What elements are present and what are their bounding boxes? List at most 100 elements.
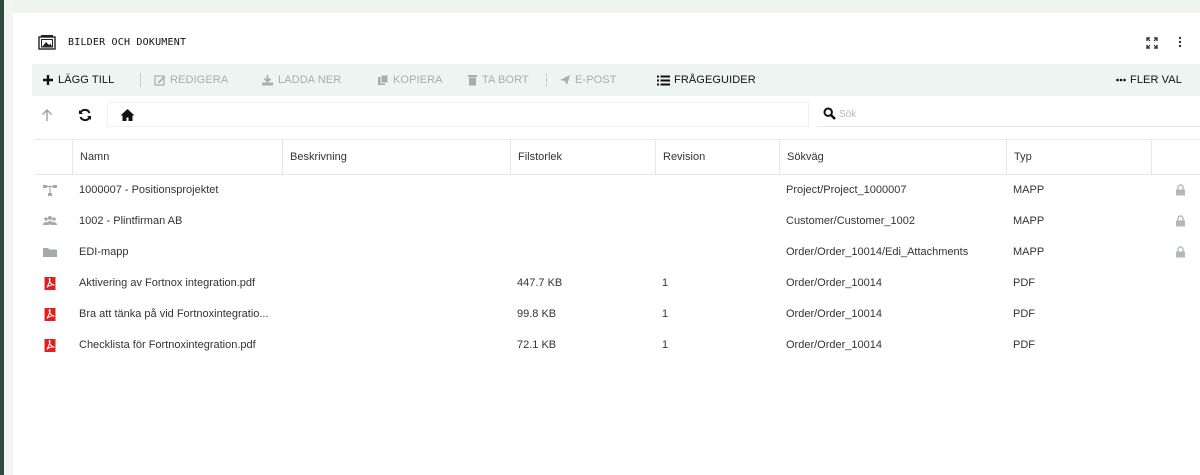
download-button[interactable]: LADDA NER (261, 64, 341, 96)
cell-description (282, 299, 510, 330)
lock-icon (1176, 246, 1185, 258)
cell-path: Order/Order_10014 (786, 308, 882, 320)
cell-name: 1002 - Plintfirman AB (79, 215, 183, 227)
edit-button-label: REDIGERA (170, 74, 229, 86)
query-guides-button-label: FRÅGEGUIDER (674, 74, 756, 86)
send-icon (560, 75, 570, 85)
cell-description (282, 175, 510, 206)
kebab-menu-icon[interactable] (1177, 35, 1183, 49)
cell-path: Customer/Customer_1002 (786, 215, 916, 227)
table-row[interactable]: 1000007 - Positionsprojektet Project/Pro… (35, 175, 1200, 206)
refresh-icon[interactable] (78, 108, 92, 122)
cell-path: Order/Order_10014 (786, 277, 882, 289)
column-header-description[interactable]: Beskrivning (282, 140, 510, 174)
table-row[interactable]: Aktivering av Fortnox integration.pdf 44… (35, 268, 1200, 299)
pdf-icon (44, 339, 56, 352)
expand-icon[interactable] (1146, 37, 1158, 49)
cell-type: PDF (1013, 339, 1035, 351)
table-header: Namn Beskrivning Filstorlek Revision Sök… (35, 139, 1200, 175)
folder-icon (43, 248, 57, 257)
ellipsis-icon (1116, 78, 1126, 82)
column-header-path[interactable]: Sökväg (779, 140, 1006, 174)
cell-size (510, 175, 655, 206)
email-button[interactable]: E-POST (559, 64, 617, 96)
toolbar-divider (140, 73, 141, 87)
table-row[interactable]: 1002 - Plintfirman AB Customer/Customer_… (35, 206, 1200, 237)
pdf-icon (44, 308, 56, 321)
column-header-filesize[interactable]: Filstorlek (510, 140, 655, 174)
cell-name: Aktivering av Fortnox integration.pdf (79, 277, 256, 289)
left-gutter (4, 0, 13, 475)
lock-icon (1176, 184, 1185, 196)
query-guides-button[interactable]: FRÅGEGUIDER (657, 64, 756, 96)
cell-revision (655, 206, 779, 237)
cell-revision: 1 (662, 277, 669, 289)
search-icon (823, 107, 836, 120)
column-header-revision[interactable]: Revision (655, 140, 779, 174)
cell-type: MAPP (1013, 184, 1045, 196)
add-button[interactable]: LÄGG TILL (42, 64, 114, 96)
pdf-icon (44, 277, 56, 290)
action-toolbar: LÄGG TILL REDIGERA LADDA NER KOPIERA TA … (32, 64, 1200, 96)
download-button-label: LADDA NER (278, 74, 342, 86)
cell-description (282, 330, 510, 361)
cell-revision: 1 (662, 308, 669, 320)
cell-type: MAPP (1013, 215, 1045, 227)
trash-icon (468, 75, 477, 86)
plus-icon (43, 75, 53, 85)
cell-name: Bra att tänka på vid Fortnoxintegratio..… (79, 308, 269, 320)
edit-button[interactable]: REDIGERA (154, 64, 228, 96)
customer-group-icon (43, 215, 57, 225)
arrow-up-icon[interactable] (40, 108, 54, 122)
cell-revision (655, 175, 779, 206)
list-icon (657, 75, 670, 85)
cell-size: 447.7 KB (517, 277, 563, 289)
panel-title: BILDER OCH DOKUMENT (68, 37, 187, 48)
cell-name: 1000007 - Positionsprojektet (79, 184, 219, 196)
cell-size: 72.1 KB (517, 339, 557, 351)
path-breadcrumb (107, 102, 809, 127)
cell-type: PDF (1013, 308, 1035, 320)
cell-name: EDI-mapp (79, 246, 129, 258)
cell-size: 99.8 KB (517, 308, 557, 320)
lock-icon (1176, 215, 1185, 227)
navigation-row (32, 102, 1200, 129)
search-input[interactable] (839, 105, 1169, 123)
documents-panel: BILDER OCH DOKUMENT LÄGG TILL REDIGERA L… (27, 24, 1200, 475)
home-icon[interactable] (120, 108, 135, 122)
table-row[interactable]: Checklista för Fortnoxintegration.pdf 72… (35, 330, 1200, 361)
download-icon (262, 75, 273, 86)
top-strip (13, 0, 1200, 13)
table-row[interactable]: Bra att tänka på vid Fortnoxintegratio..… (35, 299, 1200, 330)
table-row[interactable]: EDI-mapp Order/Order_10014/Edi_Attachmen… (35, 237, 1200, 268)
column-header-lock (1151, 140, 1200, 174)
cell-description (282, 237, 510, 268)
project-tree-icon (43, 185, 57, 196)
search-box (817, 102, 1200, 127)
delete-button[interactable]: TA BORT (467, 64, 529, 96)
cell-type: MAPP (1013, 246, 1045, 258)
delete-button-label: TA BORT (482, 74, 529, 86)
cell-path: Order/Order_10014 (786, 339, 882, 351)
cell-path: Order/Order_10014/Edi_Attachments (786, 246, 969, 258)
more-options-button[interactable]: FLER VAL (1116, 64, 1182, 96)
panel-titlebar: BILDER OCH DOKUMENT (27, 24, 1200, 62)
cell-name: Checklista för Fortnoxintegration.pdf (79, 339, 256, 351)
column-header-type[interactable]: Typ (1006, 140, 1151, 174)
cell-description (282, 268, 510, 299)
cell-size (510, 237, 655, 268)
image-gallery-icon (38, 35, 56, 50)
cell-type: PDF (1013, 277, 1035, 289)
add-button-label: LÄGG TILL (58, 74, 115, 86)
cell-size (510, 206, 655, 237)
cell-path: Project/Project_1000007 (786, 184, 907, 196)
copy-button-label: KOPIERA (393, 74, 443, 86)
column-header-name[interactable]: Namn (72, 140, 282, 174)
cell-revision (655, 237, 779, 268)
copy-icon (378, 74, 389, 85)
cell-revision: 1 (662, 339, 669, 351)
cell-description (282, 206, 510, 237)
email-button-label: E-POST (575, 74, 617, 86)
copy-button[interactable]: KOPIERA (377, 64, 443, 96)
toolbar-divider (546, 73, 547, 87)
